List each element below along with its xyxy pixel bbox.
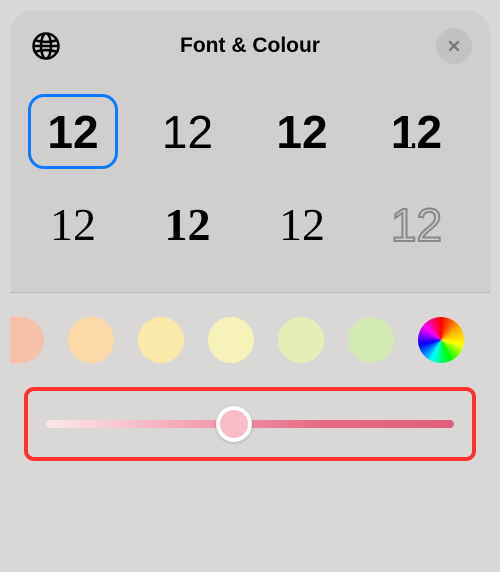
globe-button[interactable]: [28, 28, 64, 64]
font-option-2[interactable]: 12: [143, 94, 233, 169]
font-sample: 12: [279, 198, 325, 251]
font-option-3[interactable]: 12: [257, 94, 347, 169]
font-sample: 12: [50, 198, 96, 251]
font-option-1[interactable]: 12: [28, 94, 118, 169]
color-picker-button[interactable]: [418, 317, 464, 363]
shade-slider[interactable]: [46, 409, 454, 439]
font-sample: 12: [276, 105, 327, 159]
font-option-4[interactable]: 12: [372, 94, 462, 169]
font-option-7[interactable]: 12: [257, 187, 347, 262]
font-sample: 12: [47, 105, 98, 159]
header: Font & Colour: [10, 10, 490, 74]
color-swatch-row: [10, 317, 490, 363]
slider-highlight-box: [24, 387, 476, 461]
color-swatch-cream[interactable]: [138, 317, 184, 363]
font-grid: 12 12 12 12 12 12 12 12: [10, 74, 490, 292]
font-sample: 12: [391, 198, 442, 252]
font-option-6[interactable]: 12: [143, 187, 233, 262]
color-swatch-apricot[interactable]: [68, 317, 114, 363]
font-option-8[interactable]: 12: [372, 187, 462, 262]
font-option-5[interactable]: 12: [28, 187, 118, 262]
font-sample: 12: [165, 198, 211, 251]
color-section: [10, 293, 490, 562]
close-button[interactable]: [436, 28, 472, 64]
font-sample: 12: [391, 105, 442, 159]
color-swatch-lemon[interactable]: [208, 317, 254, 363]
color-swatch-mint[interactable]: [348, 317, 394, 363]
color-swatch-lime[interactable]: [278, 317, 324, 363]
color-swatch-peach-partial[interactable]: [10, 317, 44, 363]
close-icon: [446, 38, 462, 54]
font-sample: 12: [162, 105, 213, 159]
font-colour-sheet: Font & Colour 12 12 12 12 12 12 12: [10, 10, 490, 562]
panel-title: Font & Colour: [180, 34, 320, 58]
slider-thumb[interactable]: [216, 406, 252, 442]
globe-icon: [31, 31, 61, 61]
